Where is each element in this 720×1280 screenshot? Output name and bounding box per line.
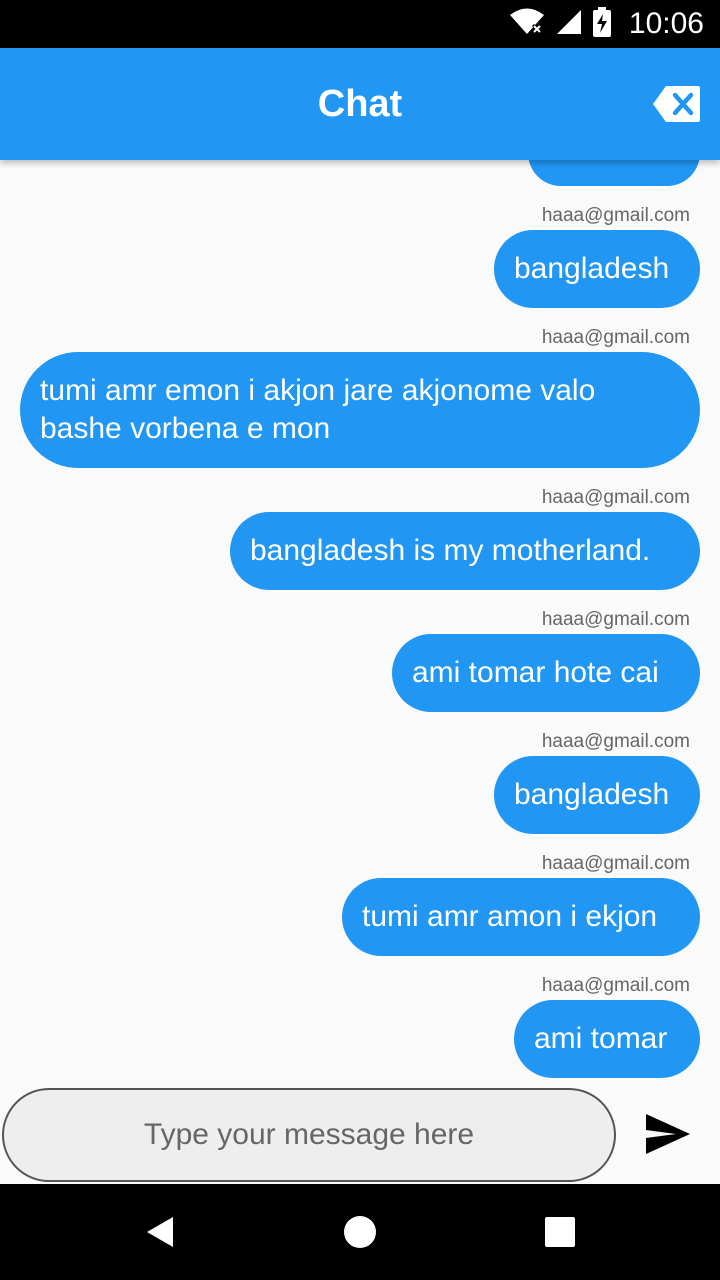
message-text: ami tomar bbox=[534, 1022, 668, 1055]
message-text: tumi amr emon i akjon jare akjonome valo… bbox=[40, 374, 596, 445]
message-bubble: ami tomar bbox=[514, 1000, 700, 1078]
message-sender: haaa@gmail.com bbox=[541, 205, 690, 226]
message-bubble: tumi amr emon i akjon jare akjonome valo… bbox=[20, 352, 700, 468]
status-bar: 10:06 bbox=[0, 0, 720, 48]
message-sender: haaa@gmail.com bbox=[541, 975, 690, 996]
navigation-bar bbox=[0, 1184, 720, 1280]
backspace-icon bbox=[653, 86, 700, 122]
message-sender: haaa@gmail.com bbox=[541, 327, 690, 348]
home-button[interactable] bbox=[300, 1184, 420, 1280]
message-bubble: bangladesh bbox=[494, 756, 700, 834]
status-time: 10:06 bbox=[628, 7, 704, 40]
app-bar: Chat bbox=[0, 48, 720, 160]
message-bubble: bangladesh bbox=[494, 230, 700, 308]
message-bubble: tumi amr amon i ekjon bbox=[342, 878, 700, 956]
message-text: tumi amr amon i ekjon bbox=[362, 900, 658, 933]
message-bubble bbox=[528, 160, 700, 186]
page-title: Chat bbox=[317, 83, 403, 125]
message-text: bangladesh is my motherland. bbox=[250, 534, 651, 567]
message-list[interactable]: haaa@gmail.com bangladesh haaa@gmail.com… bbox=[0, 160, 720, 1086]
message-bubble: ami tomar hote cai bbox=[392, 634, 700, 712]
battery-charging-icon bbox=[592, 6, 611, 42]
back-icon bbox=[147, 1217, 173, 1247]
wifi-no-internet-icon bbox=[509, 8, 545, 41]
message-sender: haaa@gmail.com bbox=[541, 609, 690, 630]
back-button[interactable] bbox=[100, 1184, 220, 1280]
home-icon bbox=[344, 1216, 376, 1248]
recents-icon bbox=[545, 1217, 575, 1247]
message-text: bangladesh bbox=[514, 252, 670, 285]
message-composer bbox=[0, 1086, 720, 1184]
recents-button[interactable] bbox=[500, 1184, 620, 1280]
send-button[interactable] bbox=[644, 1112, 692, 1156]
status-icons: 10:06 bbox=[509, 0, 704, 48]
message-text: ami tomar hote cai bbox=[412, 656, 659, 689]
message-input[interactable] bbox=[2, 1088, 616, 1182]
cell-signal-icon bbox=[555, 8, 583, 41]
send-icon bbox=[646, 1114, 690, 1154]
message-bubble: bangladesh is my motherland. bbox=[230, 512, 700, 590]
message-sender: haaa@gmail.com bbox=[541, 853, 690, 874]
clear-chat-button[interactable] bbox=[652, 84, 702, 124]
message-sender: haaa@gmail.com bbox=[541, 487, 690, 508]
message-sender: haaa@gmail.com bbox=[541, 731, 690, 752]
message-text: bangladesh bbox=[514, 778, 670, 811]
